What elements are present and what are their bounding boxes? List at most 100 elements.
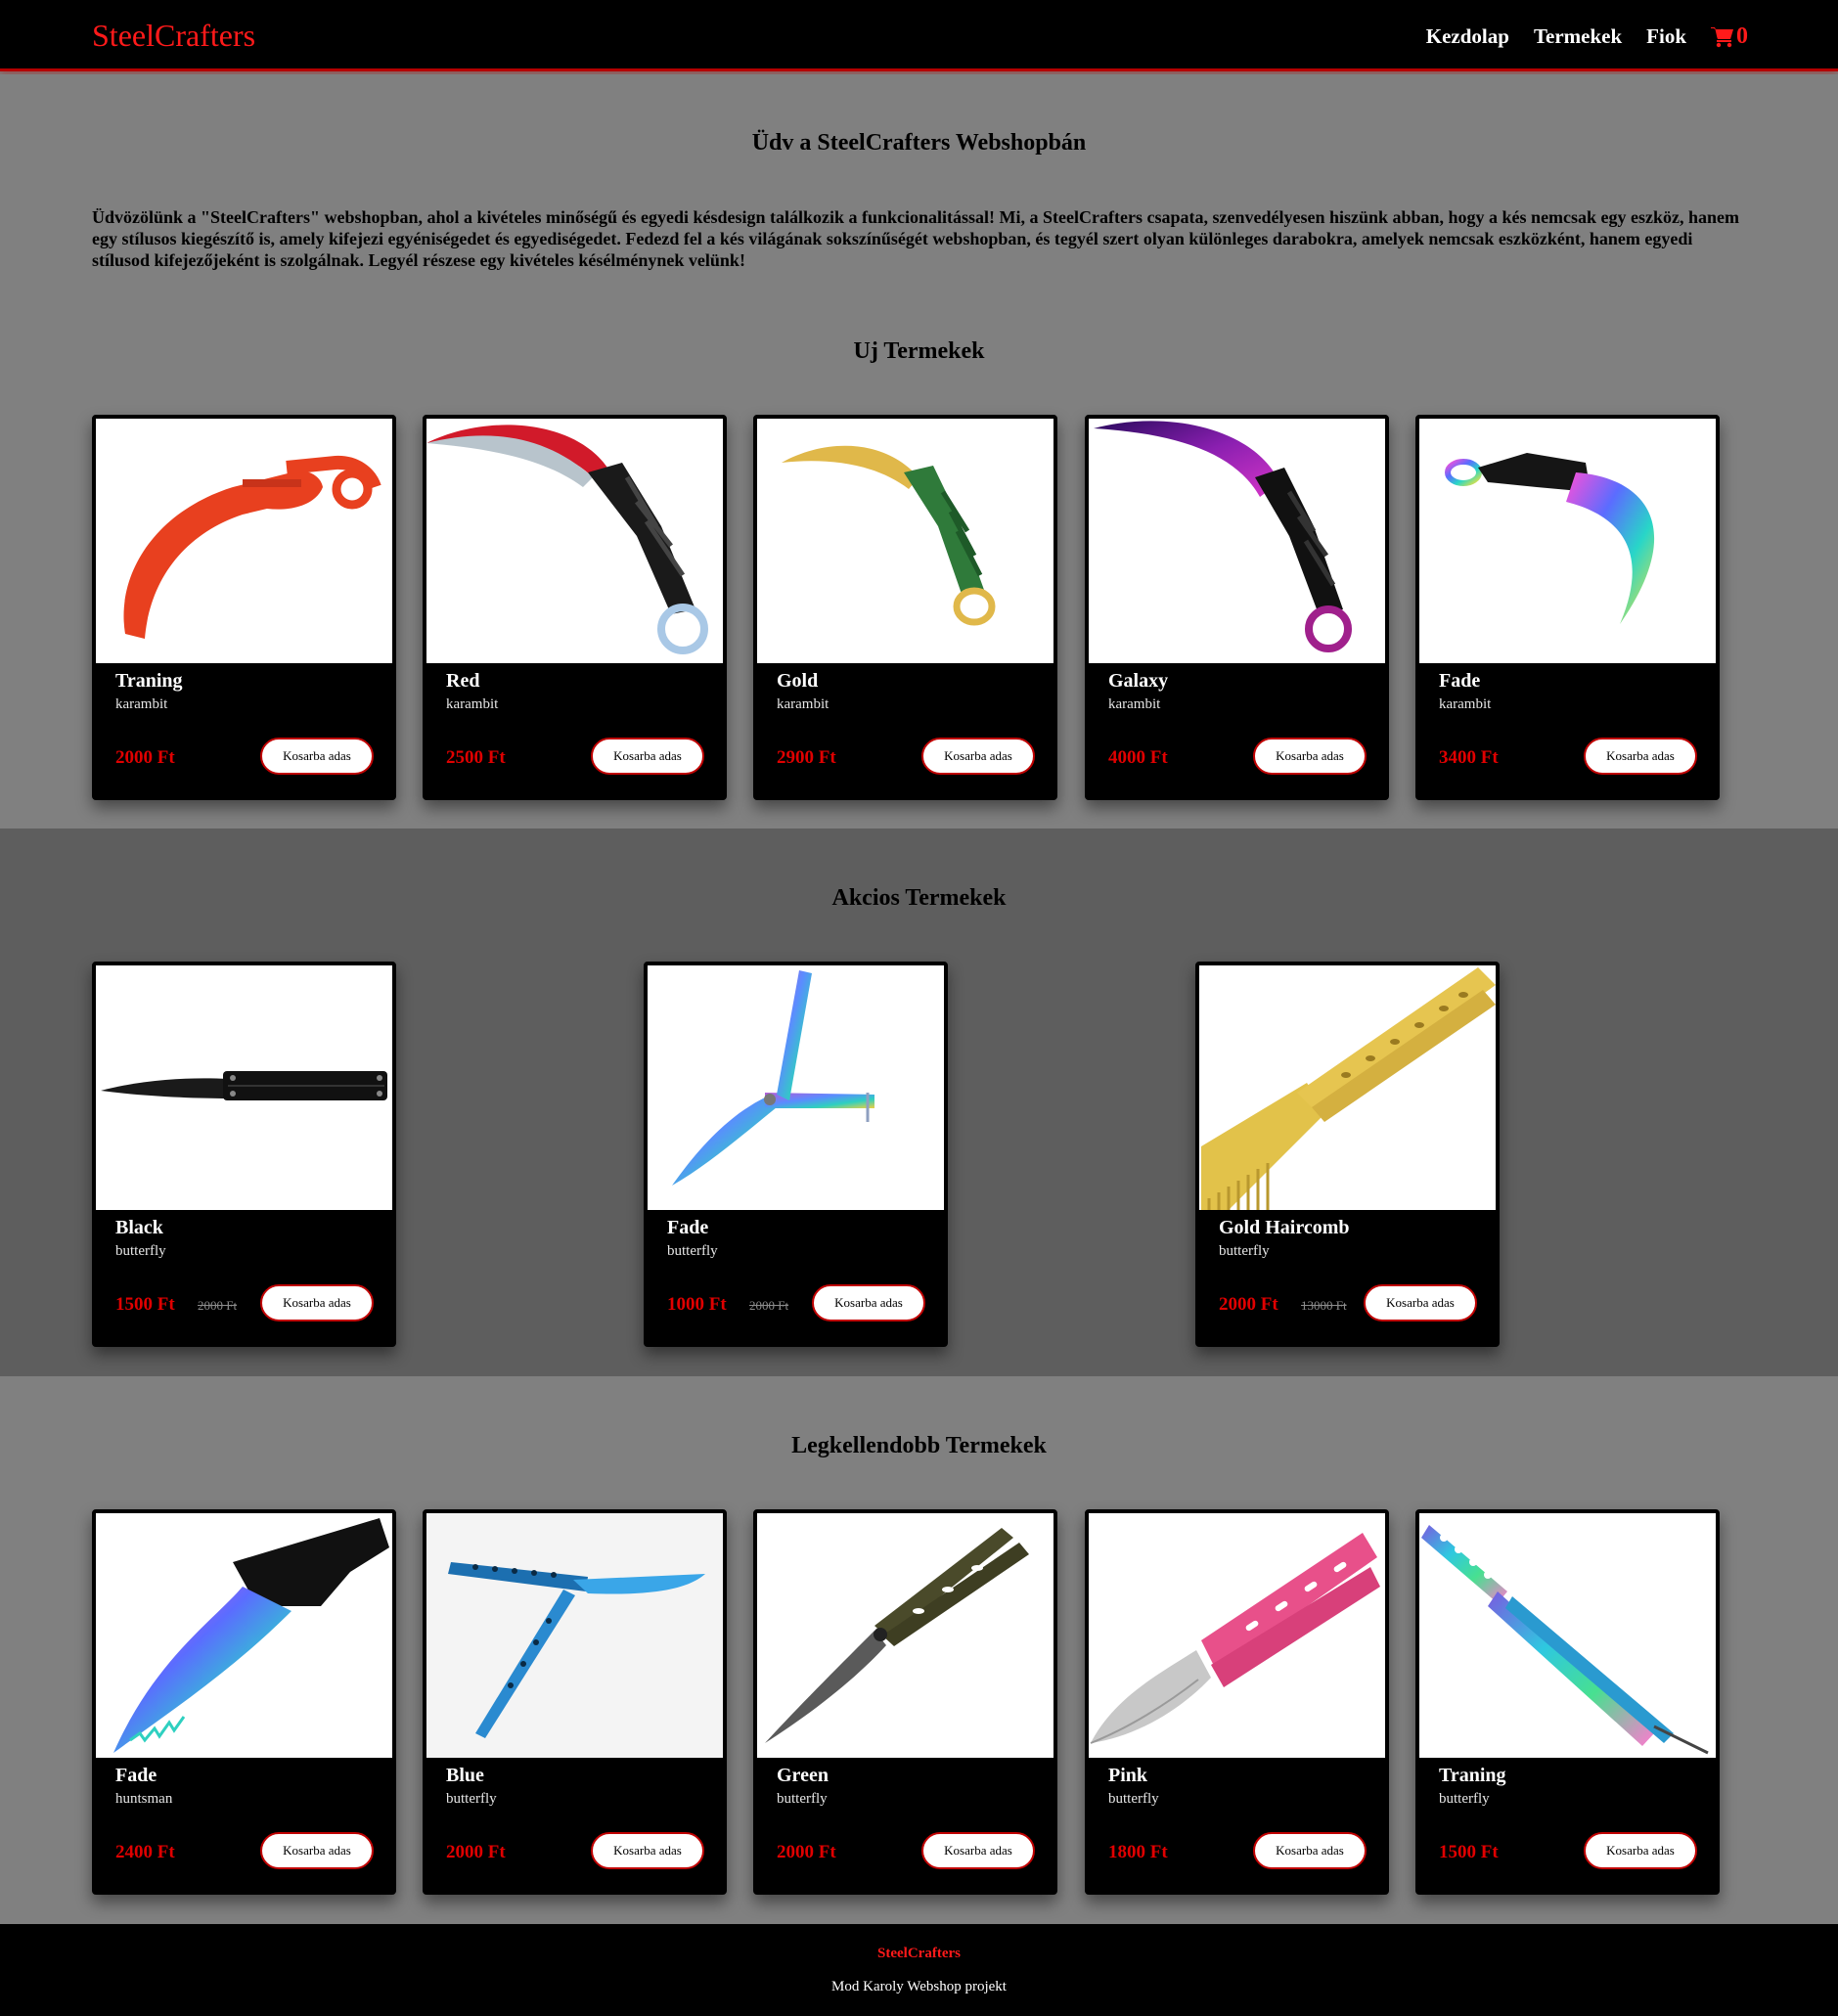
product-price: 2000 Ft <box>777 1842 836 1862</box>
section-popular-products: Legkellendobb Termekek Fade huntsman 240… <box>0 1376 1838 1924</box>
product-card: Fade karambit 3400 Ft Kosarba adas <box>1415 415 1720 800</box>
product-name: Gold <box>777 670 819 692</box>
section-sale-products: Akcios Termekek Black butterfly 1500 Ft … <box>0 829 1838 1376</box>
product-old-price: 13000 Ft <box>1301 1298 1347 1313</box>
product-price: 1000 Ft <box>667 1294 727 1315</box>
product-image-blue-butterfly[interactable] <box>426 1513 723 1758</box>
add-to-cart-button[interactable]: Kosarba adas <box>591 1832 704 1869</box>
product-name: Traning <box>115 670 183 692</box>
section-title-new: Uj Termekek <box>853 338 985 364</box>
product-card: Fade huntsman 2400 Ft Kosarba adas <box>92 1509 396 1895</box>
product-image-fade-karambit[interactable] <box>1419 419 1716 663</box>
product-name: Galaxy <box>1108 670 1169 692</box>
product-type: huntsman <box>115 1791 173 1807</box>
product-name: Blue <box>446 1765 484 1786</box>
product-name: Pink <box>1108 1765 1148 1786</box>
product-card: Fade butterfly 1000 Ft 2000 Ft Kosarba a… <box>644 962 948 1347</box>
section-new-products: Üdv a SteelCrafters Webshopbán Üdvözölün… <box>0 74 1838 829</box>
product-card: Gold Haircomb butterfly 2000 Ft 13000 Ft… <box>1195 962 1500 1347</box>
cart-icon <box>1711 26 1733 47</box>
footer-text: Mod Karoly Webshop projekt <box>831 1979 1007 1994</box>
add-to-cart-button[interactable]: Kosarba adas <box>921 738 1035 775</box>
product-price: 3400 Ft <box>1439 747 1499 768</box>
welcome-text: Üdvözölünk a "SteelCrafters" webshopban,… <box>92 207 1740 270</box>
welcome-title: Üdv a SteelCrafters Webshopbán <box>751 130 1087 156</box>
product-card: Blue butterfly 2000 Ft Kosarba adas <box>423 1509 727 1895</box>
product-name: Fade <box>1439 670 1481 692</box>
brand-logo-link[interactable]: SteelCrafters <box>92 18 255 54</box>
add-to-cart-button[interactable]: Kosarba adas <box>1253 1832 1367 1869</box>
product-image-traning-karambit[interactable] <box>96 419 392 663</box>
add-to-cart-button[interactable]: Kosarba adas <box>260 738 374 775</box>
product-image-traning-butterfly[interactable] <box>1419 1513 1716 1758</box>
product-price: 1800 Ft <box>1108 1842 1168 1862</box>
product-card: Pink butterfly 1800 Ft Kosarba adas <box>1085 1509 1389 1895</box>
product-old-price: 2000 Ft <box>198 1298 238 1313</box>
product-image-red-karambit[interactable] <box>426 419 723 663</box>
product-image-fade-huntsman[interactable] <box>96 1513 392 1758</box>
add-to-cart-button[interactable]: Kosarba adas <box>812 1284 925 1322</box>
cart-count: 0 <box>1736 23 1748 49</box>
nav-link-fiok[interactable]: Fiok <box>1646 24 1686 49</box>
product-price: 4000 Ft <box>1108 747 1168 768</box>
product-type: butterfly <box>1439 1791 1490 1807</box>
product-price: 2900 Ft <box>777 747 836 768</box>
product-name: Gold Haircomb <box>1219 1217 1350 1238</box>
add-to-cart-button[interactable]: Kosarba adas <box>1584 1832 1697 1869</box>
add-to-cart-button[interactable]: Kosarba adas <box>1253 738 1367 775</box>
product-image-fade-butterfly[interactable] <box>648 965 944 1210</box>
navbar: SteelCrafters Kezdolap Termekek Fiok 0 <box>0 0 1838 71</box>
product-image-pink-butterfly[interactable] <box>1089 1513 1385 1758</box>
add-to-cart-button[interactable]: Kosarba adas <box>260 1284 374 1322</box>
product-image-black-butterfly[interactable] <box>96 965 392 1210</box>
product-card: Green butterfly 2000 Ft Kosarba adas <box>753 1509 1057 1895</box>
product-card: Gold karambit 2900 Ft Kosarba adas <box>753 415 1057 800</box>
product-price: 1500 Ft <box>1439 1842 1499 1862</box>
product-card: Traning karambit 2000 Ft Kosarba adas <box>92 415 396 800</box>
add-to-cart-button[interactable]: Kosarba adas <box>260 1832 374 1869</box>
footer-brand: SteelCrafters <box>877 1946 961 1961</box>
product-type: butterfly <box>667 1243 718 1259</box>
product-card: Traning butterfly 1500 Ft Kosarba adas <box>1415 1509 1720 1895</box>
nav-links: Kezdolap Termekek Fiok 0 <box>1426 23 1748 50</box>
product-card: Red karambit 2500 Ft Kosarba adas <box>423 415 727 800</box>
section-title-popular: Legkellendobb Termekek <box>791 1433 1047 1458</box>
add-to-cart-button[interactable]: Kosarba adas <box>1364 1284 1477 1322</box>
product-image-galaxy-karambit[interactable] <box>1089 419 1385 663</box>
cart-button[interactable]: 0 <box>1711 23 1748 50</box>
product-old-price: 2000 Ft <box>749 1298 789 1313</box>
product-image-green-butterfly[interactable] <box>757 1513 1053 1758</box>
product-type: butterfly <box>446 1791 497 1807</box>
add-to-cart-button[interactable]: Kosarba adas <box>1584 738 1697 775</box>
product-image-gold-karambit[interactable] <box>757 419 1053 663</box>
section-title-sale: Akcios Termekek <box>831 885 1007 911</box>
product-type: karambit <box>115 696 168 712</box>
product-type: butterfly <box>777 1791 828 1807</box>
product-price: 2000 Ft <box>115 747 175 768</box>
product-name: Black <box>115 1217 163 1238</box>
footer: SteelCrafters Mod Karoly Webshop projekt <box>0 1924 1838 2016</box>
product-price: 2500 Ft <box>446 747 506 768</box>
add-to-cart-button[interactable]: Kosarba adas <box>591 738 704 775</box>
product-price: 2000 Ft <box>446 1842 506 1862</box>
product-type: karambit <box>777 696 829 712</box>
add-to-cart-button[interactable]: Kosarba adas <box>921 1832 1035 1869</box>
nav-link-termekek[interactable]: Termekek <box>1534 24 1622 49</box>
product-type: butterfly <box>1108 1791 1159 1807</box>
product-type: karambit <box>1108 696 1161 712</box>
product-price: 1500 Ft <box>115 1294 175 1315</box>
product-type: butterfly <box>115 1243 166 1259</box>
product-name: Fade <box>115 1765 157 1786</box>
product-price: 2400 Ft <box>115 1842 175 1862</box>
product-name: Red <box>446 670 480 692</box>
product-card: Black butterfly 1500 Ft 2000 Ft Kosarba … <box>92 962 396 1347</box>
product-card: Galaxy karambit 4000 Ft Kosarba adas <box>1085 415 1389 800</box>
product-name: Green <box>777 1765 829 1786</box>
product-type: karambit <box>1439 696 1492 712</box>
product-name: Traning <box>1439 1765 1506 1786</box>
product-type: karambit <box>446 696 499 712</box>
product-name: Fade <box>667 1217 709 1238</box>
product-image-gold-haircomb-butterfly[interactable] <box>1199 965 1496 1210</box>
nav-link-kezdolap[interactable]: Kezdolap <box>1426 24 1509 49</box>
product-type: butterfly <box>1219 1243 1270 1259</box>
